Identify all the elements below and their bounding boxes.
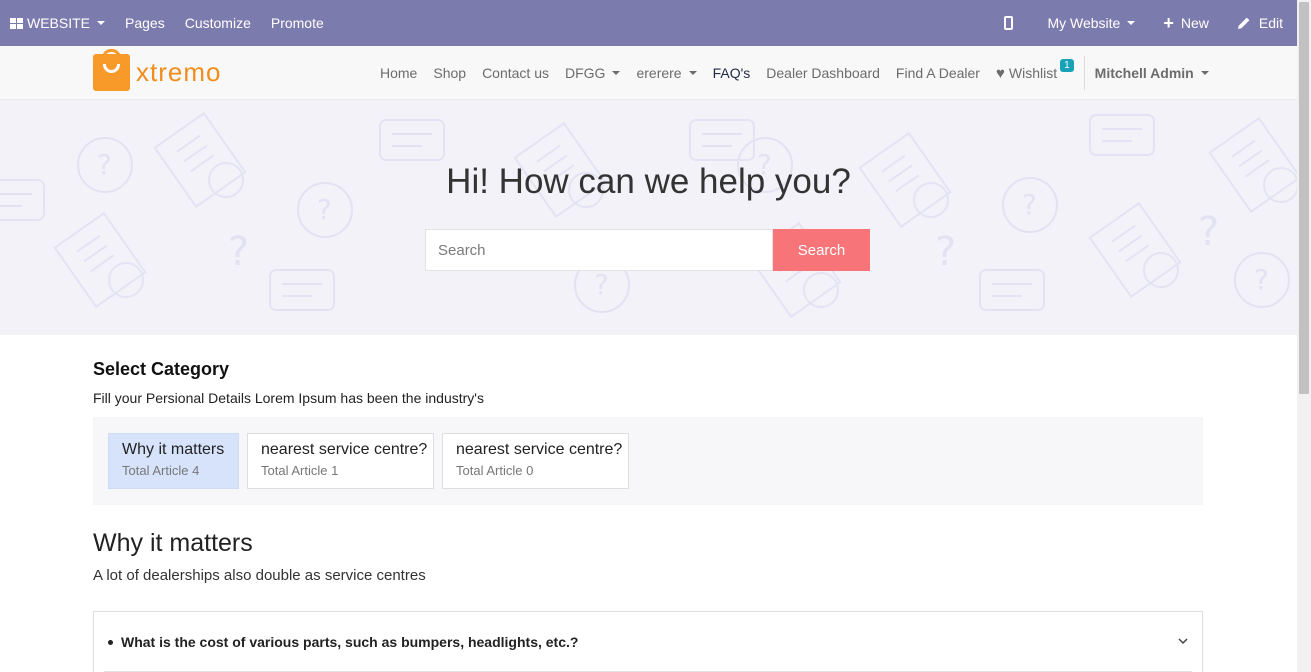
site-logo[interactable]: xtremo — [93, 49, 222, 91]
select-category-heading: Select Category — [93, 359, 230, 379]
nav-home[interactable]: Home — [372, 65, 425, 81]
hero-title: Hi! How can we help you? — [446, 162, 851, 201]
edit-button[interactable]: Edit — [1223, 0, 1297, 46]
nav-find-a-dealer[interactable]: Find A Dealer — [888, 65, 988, 81]
nav-wishlist[interactable]: ♥ Wishlist 1 — [988, 58, 1082, 82]
menu-pages[interactable]: Pages — [115, 0, 175, 46]
user-name: Mitchell Admin — [1094, 65, 1194, 81]
user-menu[interactable]: Mitchell Admin — [1087, 65, 1217, 81]
help-search-button[interactable]: Search — [773, 229, 870, 271]
help-search-input[interactable] — [425, 229, 773, 271]
svg-text:?: ? — [1198, 209, 1219, 255]
category-card-count: Total Article 1 — [261, 463, 339, 478]
category-card-title: nearest service centre? — [261, 441, 428, 458]
mobile-preview-button[interactable] — [980, 0, 1037, 46]
nav-shop[interactable]: Shop — [425, 65, 474, 81]
admin-bar-right: My Website + New Edit — [980, 0, 1297, 46]
nav-wishlist-label: Wishlist — [1008, 65, 1058, 81]
apps-grid-icon — [10, 17, 23, 29]
edit-button-label: Edit — [1258, 15, 1283, 31]
category-card-service-centre-1[interactable]: nearest service centre? Total Article 1 — [247, 433, 434, 489]
topic-title: Why it matters — [93, 529, 253, 557]
heart-icon: ♥ — [995, 64, 1005, 82]
shopping-bag-logo-icon — [93, 49, 130, 91]
new-button-label: New — [1180, 15, 1209, 31]
page: WEBSITE Pages Customize Promote My Websi… — [0, 0, 1311, 672]
caret-down-icon — [1200, 71, 1209, 75]
select-category-description: Fill your Persional Details Lorem Ipsum … — [93, 390, 484, 406]
svg-text:?: ? — [228, 229, 249, 275]
faq-question[interactable]: What is the cost of various parts, such … — [108, 634, 578, 650]
nav-divider — [1083, 56, 1085, 90]
bullet-icon — [108, 639, 113, 645]
caret-down-icon — [1127, 21, 1136, 25]
scrollbar-thumb[interactable] — [1299, 2, 1309, 394]
menu-customize[interactable]: Customize — [175, 0, 261, 46]
nav-contact-us[interactable]: Contact us — [474, 65, 557, 81]
admin-bar: WEBSITE Pages Customize Promote My Websi… — [0, 0, 1297, 46]
nav-ererere-label: ererere — [636, 65, 682, 81]
category-card-title: Why it matters — [122, 441, 225, 458]
main-nav: Home Shop Contact us DFGG ererere FAQ's … — [372, 46, 1217, 100]
faq-question-text: What is the cost of various parts, such … — [121, 634, 579, 650]
wishlist-count-badge: 1 — [1060, 58, 1074, 72]
question-pattern-background: ? ? ? — [0, 112, 1297, 318]
category-card-count: Total Article 4 — [122, 463, 200, 478]
help-hero: ? ? ? Hi! How can we help you? Search Se… — [0, 100, 1297, 335]
nav-dfgg-dropdown[interactable]: DFGG — [557, 65, 628, 81]
faq-accordion: What is the cost of various parts, such … — [93, 611, 1203, 672]
category-card-why-it-matters[interactable]: Why it matters Total Article 4 — [108, 433, 239, 489]
pencil-icon — [1237, 17, 1250, 29]
category-card-count: Total Article 0 — [456, 463, 534, 478]
website-selector[interactable]: My Website — [1037, 0, 1149, 46]
chevron-down-icon[interactable] — [1176, 634, 1190, 648]
nav-faqs[interactable]: FAQ's — [705, 65, 759, 81]
caret-down-icon — [612, 71, 621, 75]
caret-down-icon — [688, 71, 697, 75]
category-card-service-centre-2[interactable]: nearest service centre? Total Article 0 — [442, 433, 629, 489]
site-header: xtremo Home Shop Contact us DFGG ererere… — [0, 46, 1297, 100]
new-button[interactable]: + New — [1149, 0, 1223, 46]
svg-text:?: ? — [935, 229, 956, 275]
nav-ererere-dropdown[interactable]: ererere — [628, 65, 704, 81]
logo-text: xtremo — [136, 57, 222, 87]
category-panel: Why it matters Total Article 4 nearest s… — [93, 417, 1203, 505]
website-selector-label: My Website — [1047, 15, 1121, 31]
category-card-title: nearest service centre? — [456, 441, 623, 458]
caret-down-icon — [97, 21, 106, 25]
nav-dealer-dashboard[interactable]: Dealer Dashboard — [758, 65, 888, 81]
mobile-phone-icon — [1004, 16, 1014, 30]
menu-promote[interactable]: Promote — [261, 0, 334, 46]
plus-icon: + — [1163, 13, 1174, 33]
topic-description: A lot of dealerships also double as serv… — [93, 567, 426, 584]
website-app-menu[interactable]: WEBSITE — [0, 0, 115, 46]
website-app-label: WEBSITE — [27, 15, 91, 31]
page-scrollbar[interactable] — [1297, 0, 1311, 672]
nav-dfgg-label: DFGG — [565, 65, 606, 81]
